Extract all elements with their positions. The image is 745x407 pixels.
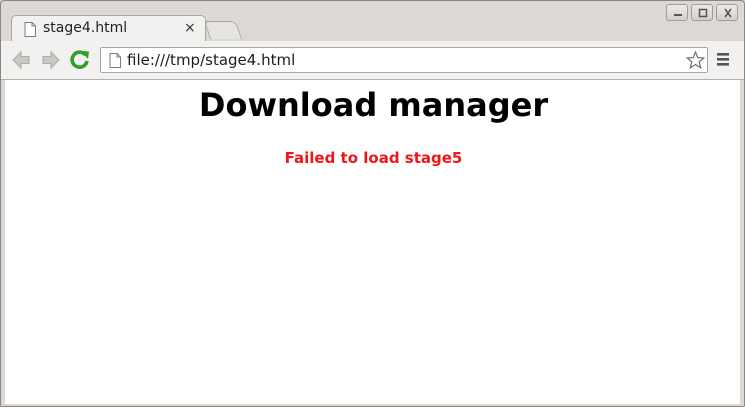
reload-icon[interactable] [69, 49, 91, 71]
minimize-icon[interactable] [666, 4, 688, 21]
page-icon [24, 22, 36, 41]
forward-arrow-icon[interactable] [40, 49, 62, 71]
close-icon[interactable] [716, 4, 738, 21]
tab-strip: stage4.html × [1, 1, 744, 42]
maximize-icon[interactable] [691, 4, 713, 21]
new-tab-button[interactable] [204, 21, 242, 39]
url-text[interactable]: file:///tmp/stage4.html [127, 51, 295, 69]
tab-stage4[interactable]: stage4.html × [11, 15, 206, 42]
toolbar: file:///tmp/stage4.html [1, 41, 744, 80]
star-icon[interactable] [685, 50, 706, 73]
back-arrow-icon[interactable] [10, 49, 32, 71]
error-message: Failed to load stage5 [284, 149, 463, 167]
page-content: Download manager Failed to load stage5 [5, 80, 740, 404]
address-bar[interactable]: file:///tmp/stage4.html [100, 47, 708, 73]
browser-window: stage4.html × file:///tmp/stage4.html Do… [0, 0, 745, 407]
tab-title: stage4.html [43, 20, 128, 36]
tab-close-icon[interactable]: × [184, 20, 196, 36]
menu-icon[interactable] [714, 52, 732, 68]
page-title: Download manager [198, 86, 549, 124]
page-icon [109, 53, 121, 72]
